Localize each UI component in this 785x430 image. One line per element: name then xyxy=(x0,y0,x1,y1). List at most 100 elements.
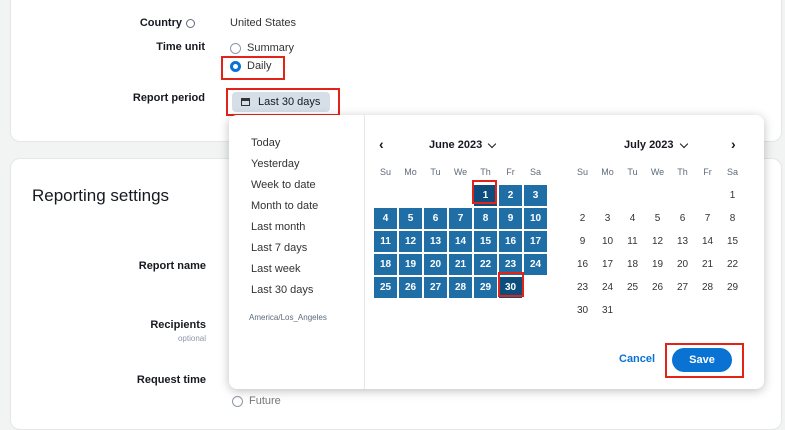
calendar-day[interactable]: 28 xyxy=(449,277,472,298)
calendar-day[interactable]: 16 xyxy=(571,254,594,275)
calendar-day[interactable]: 1 xyxy=(721,185,744,206)
calendar-day[interactable]: 25 xyxy=(621,277,644,298)
range-last-7-days[interactable]: Last 7 days xyxy=(251,238,361,259)
calendar-day[interactable]: 9 xyxy=(571,231,594,252)
empty-day xyxy=(696,185,719,206)
calendar-day[interactable]: 2 xyxy=(499,185,522,206)
empty-day xyxy=(596,185,619,206)
calendar-day[interactable]: 19 xyxy=(399,254,422,275)
calendar-day[interactable]: 18 xyxy=(374,254,397,275)
calendar-day[interactable]: 12 xyxy=(646,231,669,252)
range-last-30-days[interactable]: Last 30 days xyxy=(251,280,361,301)
calendar-day[interactable]: 15 xyxy=(474,231,497,252)
empty-day xyxy=(571,185,594,206)
calendar-day[interactable]: 29 xyxy=(474,277,497,298)
calendar-day[interactable]: 22 xyxy=(721,254,744,275)
calendar-day[interactable]: 3 xyxy=(524,185,547,206)
radio-summary[interactable]: Summary xyxy=(230,42,294,54)
weekday-header: We xyxy=(453,167,468,177)
calendar-day[interactable]: 29 xyxy=(721,277,744,298)
calendar-day[interactable]: 23 xyxy=(571,277,594,298)
empty-day xyxy=(646,185,669,206)
highlight-report-period xyxy=(226,88,340,116)
calendar-day[interactable]: 25 xyxy=(374,277,397,298)
weekday-header: Fr xyxy=(703,167,712,177)
calendar-day[interactable]: 21 xyxy=(449,254,472,275)
calendar-day[interactable]: 8 xyxy=(474,208,497,229)
calendar-day[interactable]: 11 xyxy=(374,231,397,252)
calendar-day[interactable]: 13 xyxy=(424,231,447,252)
cancel-button[interactable]: Cancel xyxy=(619,353,655,365)
weekday-header: Tu xyxy=(430,167,441,177)
report-name-label: Report name xyxy=(138,260,206,272)
range-month-to-date[interactable]: Month to date xyxy=(251,196,361,217)
calendar-day[interactable]: 17 xyxy=(596,254,619,275)
range-week-to-date[interactable]: Week to date xyxy=(251,175,361,196)
weekday-header: Tu xyxy=(627,167,638,177)
range-yesterday[interactable]: Yesterday xyxy=(251,154,361,175)
calendar-day[interactable]: 7 xyxy=(449,208,472,229)
chevron-left-icon[interactable]: ‹ xyxy=(379,136,384,152)
calendar-day[interactable]: 17 xyxy=(524,231,547,252)
time-unit-label: Time unit xyxy=(156,41,205,53)
weekday-header: Th xyxy=(677,167,688,177)
month-selector-june[interactable]: June 2023 xyxy=(429,139,497,151)
radio-circle[interactable] xyxy=(230,42,241,54)
timezone-label: America/Los_Angeles xyxy=(249,313,327,322)
calendar-day[interactable]: 5 xyxy=(646,208,669,229)
calendar-day[interactable]: 26 xyxy=(399,277,422,298)
range-last-month[interactable]: Last month xyxy=(251,217,361,238)
calendar-day[interactable]: 12 xyxy=(399,231,422,252)
calendar-day[interactable]: 24 xyxy=(524,254,547,275)
radio-future[interactable]: Future xyxy=(232,395,281,407)
calendar-day[interactable]: 22 xyxy=(474,254,497,275)
recipients-label: Recipients xyxy=(150,319,206,331)
calendar-day[interactable]: 8 xyxy=(721,208,744,229)
calendar-day[interactable]: 27 xyxy=(424,277,447,298)
weekday-header: Su xyxy=(576,167,588,177)
calendar-day[interactable]: 30 xyxy=(571,300,594,321)
chevron-right-icon[interactable]: › xyxy=(731,136,736,152)
calendar-day[interactable]: 9 xyxy=(499,208,522,229)
range-last-week[interactable]: Last week xyxy=(251,259,361,280)
highlight-daily xyxy=(221,56,285,80)
empty-day xyxy=(449,185,472,206)
empty-day xyxy=(374,185,397,206)
calendar-day[interactable]: 31 xyxy=(596,300,619,321)
calendar-day[interactable]: 19 xyxy=(646,254,669,275)
calendar-day[interactable]: 6 xyxy=(671,208,694,229)
calendar-day[interactable]: 4 xyxy=(374,208,397,229)
weekday-header: Mo xyxy=(404,167,417,177)
calendar-day[interactable]: 21 xyxy=(696,254,719,275)
calendar-day[interactable]: 5 xyxy=(399,208,422,229)
calendar-day[interactable]: 10 xyxy=(596,231,619,252)
divider xyxy=(364,115,365,389)
calendar-day[interactable]: 26 xyxy=(646,277,669,298)
calendar-day[interactable]: 24 xyxy=(596,277,619,298)
country-label: Country xyxy=(75,17,195,29)
calendar-day[interactable]: 6 xyxy=(424,208,447,229)
chevron-down-icon xyxy=(487,139,497,148)
calendar-day[interactable]: 13 xyxy=(671,231,694,252)
calendar-day[interactable]: 28 xyxy=(696,277,719,298)
calendar-day[interactable]: 20 xyxy=(424,254,447,275)
weekday-header: Mo xyxy=(601,167,614,177)
calendar-day[interactable]: 18 xyxy=(621,254,644,275)
calendar-day[interactable]: 20 xyxy=(671,254,694,275)
info-icon[interactable] xyxy=(186,18,195,28)
relative-ranges-list: Today Yesterday Week to date Month to da… xyxy=(251,133,361,301)
calendar-day[interactable]: 14 xyxy=(449,231,472,252)
calendar-day[interactable]: 15 xyxy=(721,231,744,252)
calendar-day[interactable]: 16 xyxy=(499,231,522,252)
calendar-day[interactable]: 14 xyxy=(696,231,719,252)
calendar-day[interactable]: 10 xyxy=(524,208,547,229)
radio-circle[interactable] xyxy=(232,395,243,407)
calendar-day[interactable]: 7 xyxy=(696,208,719,229)
calendar-day[interactable]: 11 xyxy=(621,231,644,252)
calendar-day[interactable]: 4 xyxy=(621,208,644,229)
month-selector-july[interactable]: July 2023 xyxy=(624,139,688,151)
calendar-day[interactable]: 3 xyxy=(596,208,619,229)
range-today[interactable]: Today xyxy=(251,133,361,154)
calendar-day[interactable]: 2 xyxy=(571,208,594,229)
calendar-day[interactable]: 27 xyxy=(671,277,694,298)
